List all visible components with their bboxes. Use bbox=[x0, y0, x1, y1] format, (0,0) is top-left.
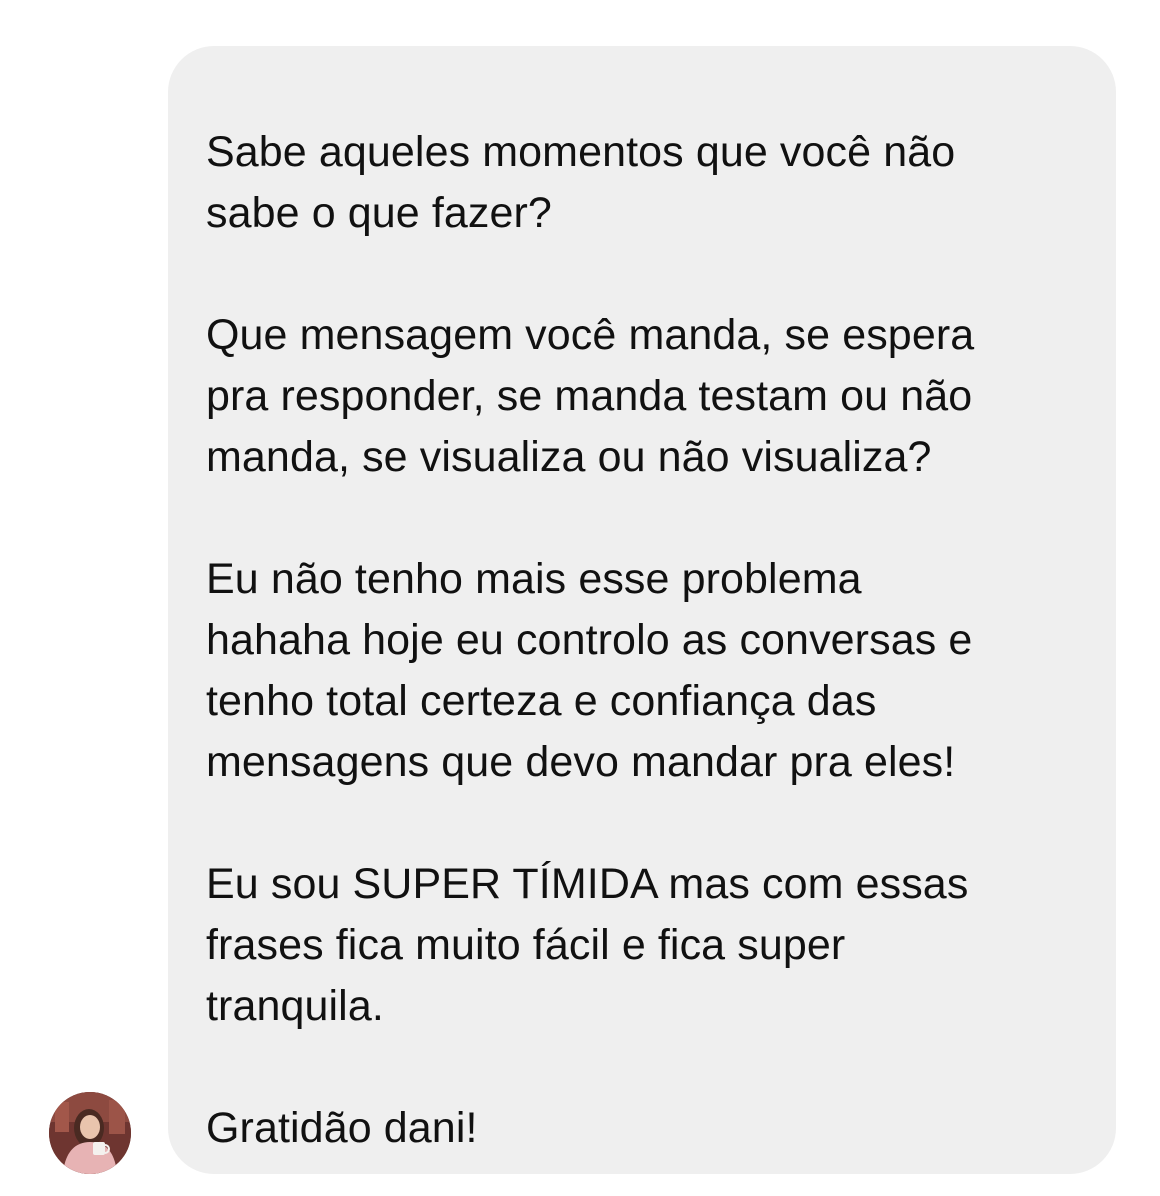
message-line: frases fica muito fácil e fica super bbox=[206, 921, 846, 969]
message-line: hahaha hoje eu controlo as conversas e bbox=[206, 616, 973, 664]
message-line: tenho total certeza e confiança das bbox=[206, 677, 877, 725]
message-paragraph-2: Que mensagem você manda, se espera pra r… bbox=[206, 305, 1076, 488]
message-line: sabe o que fazer? bbox=[206, 189, 552, 237]
message-line: manda, se visualiza ou não visualiza? bbox=[206, 433, 932, 481]
message-bubble[interactable]: Sabe aqueles momentos que você não sabe … bbox=[168, 46, 1116, 1174]
message-line: Que mensagem você manda, se espera bbox=[206, 311, 975, 359]
message-line: Eu sou SUPER TÍMIDA mas com essas bbox=[206, 860, 969, 908]
message-paragraph-4: Eu sou SUPER TÍMIDA mas com essas frases… bbox=[206, 854, 1076, 1037]
message-line: pra responder, se manda testam ou não bbox=[206, 372, 973, 420]
message-paragraph-3: Eu não tenho mais esse problema hahaha h… bbox=[206, 549, 1076, 793]
message-line: mensagens que devo mandar pra eles! bbox=[206, 738, 956, 786]
user-avatar-photo-icon bbox=[49, 1092, 131, 1174]
message-line: Gratidão dani! bbox=[206, 1104, 478, 1152]
message-line: Eu não tenho mais esse problema bbox=[206, 555, 862, 603]
message-line: tranquila. bbox=[206, 982, 384, 1030]
message-paragraph-5: Gratidão dani! bbox=[206, 1098, 1076, 1159]
message-paragraph-1: Sabe aqueles momentos que você não sabe … bbox=[206, 122, 1076, 244]
message-line: Sabe aqueles momentos que você não bbox=[206, 128, 956, 176]
sender-avatar[interactable] bbox=[49, 1092, 131, 1174]
